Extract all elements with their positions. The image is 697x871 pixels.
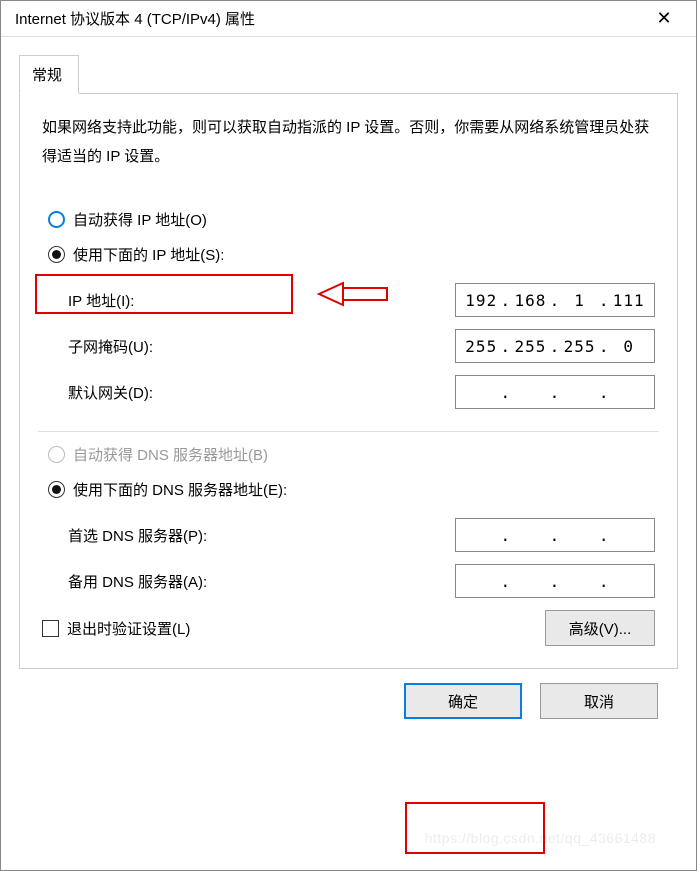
subnet-mask-input[interactable]: 255. 255. 255. 0 (455, 329, 655, 363)
watermark: https://blog.csdn.net/qq_43661488 (425, 830, 656, 846)
radio-ip-auto[interactable]: 自动获得 IP 地址(O) (48, 209, 655, 230)
tab-panel-general: 如果网络支持此功能，则可以获取自动指派的 IP 设置。否则，你需要从网络系统管理… (19, 94, 678, 669)
radio-icon (48, 211, 65, 228)
radio-icon (48, 246, 65, 263)
tab-strip: 常规 (19, 55, 678, 94)
tab-general[interactable]: 常规 (19, 55, 79, 94)
radio-dns-manual[interactable]: 使用下面的 DNS 服务器地址(E): (48, 479, 655, 500)
radio-label: 使用下面的 IP 地址(S): (73, 244, 224, 265)
field-subnet-mask: 子网掩码(U): 255. 255. 255. 0 (68, 329, 655, 363)
field-label: IP 地址(I): (68, 290, 455, 311)
alt-dns-input[interactable]: . . . (455, 564, 655, 598)
advanced-button[interactable]: 高级(V)... (545, 610, 655, 646)
field-pref-dns: 首选 DNS 服务器(P): . . . (68, 518, 655, 552)
pref-dns-input[interactable]: . . . (455, 518, 655, 552)
close-icon[interactable]: ✕ (644, 4, 684, 34)
checkbox-label: 退出时验证设置(L) (67, 618, 190, 639)
ok-button[interactable]: 确定 (404, 683, 522, 719)
separator (38, 431, 659, 432)
description-text: 如果网络支持此功能，则可以获取自动指派的 IP 设置。否则，你需要从网络系统管理… (42, 114, 655, 171)
field-alt-dns: 备用 DNS 服务器(A): . . . (68, 564, 655, 598)
titlebar: Internet 协议版本 4 (TCP/IPv4) 属性 ✕ (1, 1, 696, 37)
field-ip-address: IP 地址(I): 192. 168. 1. 111 (68, 283, 655, 317)
validate-on-exit[interactable]: 退出时验证设置(L) (42, 618, 190, 639)
radio-icon (48, 446, 65, 463)
highlight-ok-button (405, 802, 545, 854)
field-label: 备用 DNS 服务器(A): (68, 571, 455, 592)
field-default-gateway: 默认网关(D): . . . (68, 375, 655, 409)
field-label: 默认网关(D): (68, 382, 455, 403)
radio-label: 自动获得 IP 地址(O) (73, 209, 207, 230)
checkbox-icon (42, 620, 59, 637)
radio-label: 使用下面的 DNS 服务器地址(E): (73, 479, 287, 500)
ip-address-input[interactable]: 192. 168. 1. 111 (455, 283, 655, 317)
radio-icon (48, 481, 65, 498)
default-gateway-input[interactable]: . . . (455, 375, 655, 409)
window-title: Internet 协议版本 4 (TCP/IPv4) 属性 (15, 8, 255, 29)
field-label: 首选 DNS 服务器(P): (68, 525, 455, 546)
radio-dns-auto: 自动获得 DNS 服务器地址(B) (48, 444, 655, 465)
cancel-button[interactable]: 取消 (540, 683, 658, 719)
radio-label: 自动获得 DNS 服务器地址(B) (73, 444, 268, 465)
field-label: 子网掩码(U): (68, 336, 455, 357)
dialog-content: 常规 如果网络支持此功能，则可以获取自动指派的 IP 设置。否则，你需要从网络系… (1, 37, 696, 751)
bottom-row: 退出时验证设置(L) 高级(V)... (42, 610, 655, 646)
radio-ip-manual[interactable]: 使用下面的 IP 地址(S): (48, 244, 655, 265)
dialog-footer: 确定 取消 (19, 669, 678, 737)
